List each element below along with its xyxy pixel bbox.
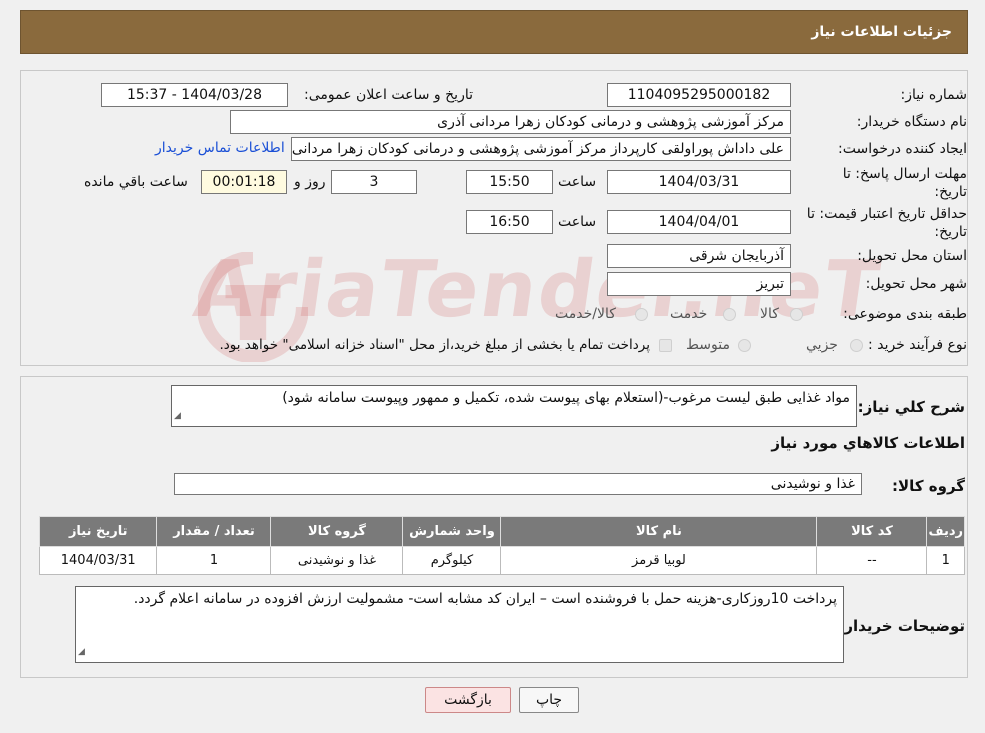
process-radio-partial[interactable] — [850, 339, 863, 352]
goods-table: رديف کد کالا نام کالا واحد شمارش گروه کا… — [38, 516, 965, 575]
need-number-field: 1104095295000182 — [607, 83, 791, 107]
cell-group: غذا و نوشیدنی — [270, 546, 404, 575]
cell-code: -- — [816, 546, 928, 575]
cell-unit: کیلوگرم — [402, 546, 502, 575]
col-name: نام کالا — [500, 516, 818, 547]
days-field: 3 — [331, 170, 417, 194]
description-textarea[interactable]: مواد غذایی طبق لیست مرغوب-(استعلام بهای … — [171, 385, 857, 427]
description-label: شرح کلي نياز: — [857, 398, 965, 416]
days-label: روز و — [294, 174, 326, 190]
buyer-notes-text: پرداخت 10روزکاری-هزینه حمل با فروشنده اس… — [133, 591, 837, 607]
process-note: پرداخت تمام یا بخشی از مبلغ خرید،از محل … — [219, 337, 650, 353]
process-option-partial: جزیي — [806, 337, 838, 353]
announce-datetime-field: 1404/03/28 - 15:37 — [101, 83, 288, 107]
resize-grip-icon[interactable]: ◢ — [174, 407, 181, 425]
buyer-org-label: نام دستگاه خریدار: — [856, 114, 967, 130]
process-checkbox-treasury[interactable] — [659, 339, 672, 352]
category-radio-goods-service[interactable] — [635, 308, 648, 321]
buyer-org-field: مرکز آموزشی پژوهشی و درمانی کودکان زهرا … — [230, 110, 791, 134]
deadline-time-label: ساعت — [558, 174, 597, 190]
remaining-timer: 00:01:18 — [201, 170, 287, 194]
category-radio-goods[interactable] — [790, 308, 803, 321]
validity-time-field: 16:50 — [466, 210, 553, 234]
creator-field: علی داداش پوراولقی کارپرداز مرکز آموزشی … — [291, 137, 791, 161]
announce-label: تاریخ و ساعت اعلان عمومی: — [304, 87, 473, 103]
col-unit: واحد شمارش — [402, 516, 502, 547]
deadline-time-field: 15:50 — [466, 170, 553, 194]
page-title: جزئیات اطلاعات نیاز — [811, 24, 952, 40]
process-label: نوع فرآیند خرید : — [868, 337, 967, 353]
cell-name: لوبیا قرمز — [500, 546, 818, 575]
buyer-notes-textarea[interactable]: پرداخت 10روزکاری-هزینه حمل با فروشنده اس… — [75, 586, 844, 663]
col-row: رديف — [926, 516, 965, 547]
col-date: تاریخ نیاز — [38, 516, 158, 547]
validity-label: حداقل تاریخ اعتبار قیمت: تا تاریخ: — [806, 206, 967, 240]
city-field: تبریز — [607, 272, 791, 296]
cell-date: 1404/03/31 — [38, 546, 158, 575]
remaining-label: ساعت باقي مانده — [84, 174, 188, 190]
print-button[interactable]: چاپ — [519, 687, 579, 713]
col-group: گروه کالا — [270, 516, 404, 547]
goods-group-field: غذا و نوشیدنی — [174, 473, 862, 495]
category-option-goods: کالا — [760, 306, 779, 322]
category-option-goods-service: کالا/خدمت — [555, 306, 616, 322]
col-code: کد کالا — [816, 516, 928, 547]
category-option-service: خدمت — [670, 306, 708, 322]
back-button[interactable]: بازگشت — [425, 687, 511, 713]
creator-label: ایجاد کننده درخواست: — [838, 141, 967, 157]
cell-row: 1 — [926, 546, 965, 575]
resize-grip-icon[interactable]: ◢ — [78, 643, 85, 661]
goods-group-label: گروه کالا: — [892, 477, 965, 495]
need-number-label: شماره نیاز: — [900, 87, 968, 103]
table-row: 1 -- لوبیا قرمز کیلوگرم غذا و نوشیدنی 1 … — [38, 546, 965, 575]
deadline-date-field: 1404/03/31 — [607, 170, 791, 194]
col-qty: تعداد / مقدار — [156, 516, 272, 547]
goods-section-title: اطلاعات کالاهاي مورد نياز — [771, 434, 965, 452]
table-header-row: رديف کد کالا نام کالا واحد شمارش گروه کا… — [38, 516, 965, 547]
process-radio-medium[interactable] — [738, 339, 751, 352]
validity-time-label: ساعت — [558, 214, 597, 230]
validity-date-field: 1404/04/01 — [607, 210, 791, 234]
category-label: طبقه بندی موضوعی: — [843, 306, 967, 322]
province-field: آذربایجان شرقی — [607, 244, 791, 268]
cell-qty: 1 — [156, 546, 272, 575]
city-label: شهر محل تحویل: — [865, 276, 967, 292]
description-text: مواد غذایی طبق لیست مرغوب-(استعلام بهای … — [282, 390, 850, 406]
buyer-contact-link[interactable]: اطلاعات تماس خریدار — [155, 140, 285, 156]
province-label: استان محل تحویل: — [857, 248, 967, 264]
page-header: جزئیات اطلاعات نیاز — [20, 10, 968, 54]
category-radio-service[interactable] — [723, 308, 736, 321]
buyer-notes-label: توضیحات خریدار: — [838, 617, 965, 635]
process-option-medium: متوسط — [686, 337, 730, 353]
deadline-label: مهلت ارسال پاسخ: تا تاریخ: — [842, 166, 967, 200]
